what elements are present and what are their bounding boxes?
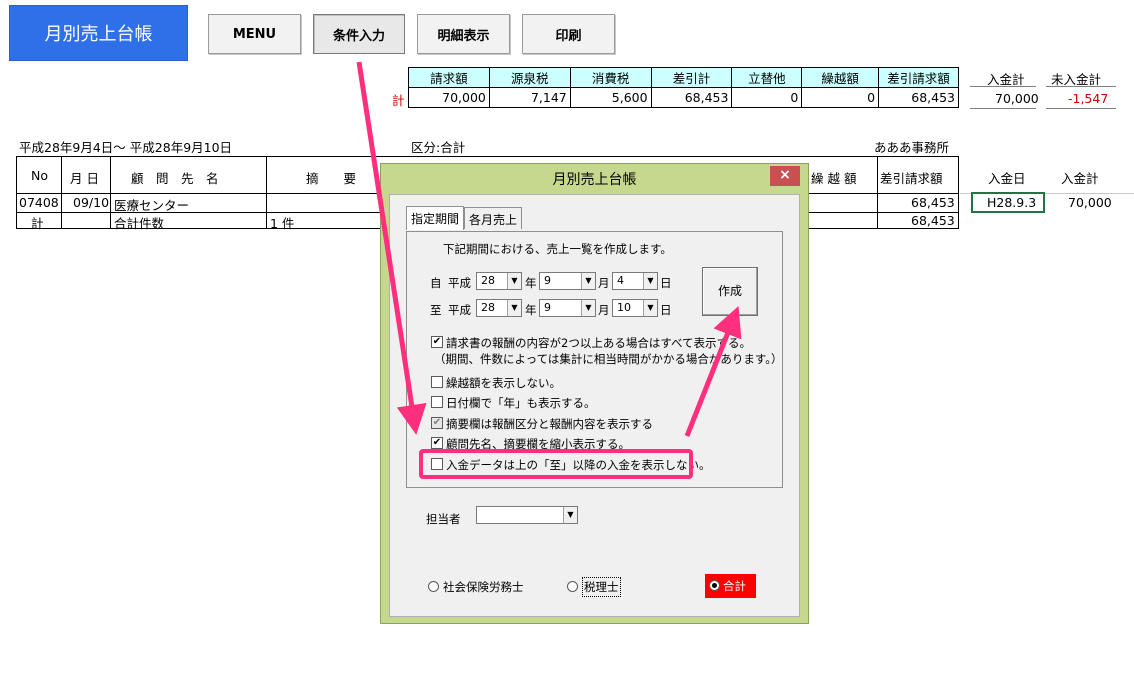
arrow-to-create-button (684, 306, 742, 437)
arrow-to-checkbox (356, 61, 427, 435)
annotation-arrows (356, 61, 742, 437)
tab-period[interactable]: 指定期間 (406, 206, 465, 230)
